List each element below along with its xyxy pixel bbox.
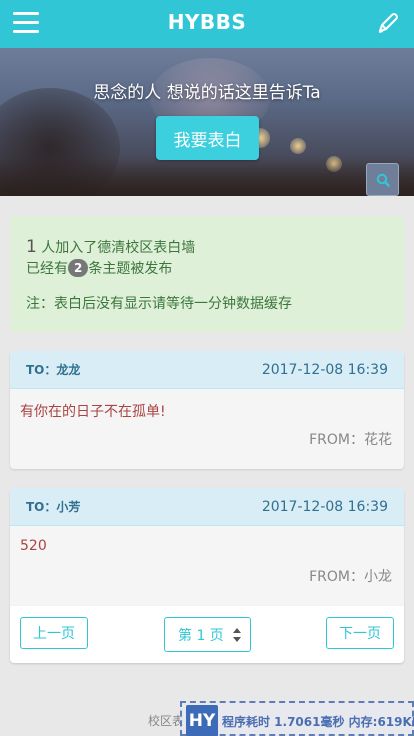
confess-button[interactable]: 我要表白: [156, 116, 259, 160]
post-header: TO：小芳 2017-12-08 16:39: [10, 488, 404, 526]
topics-line: 已经有 2 条主题被发布: [26, 258, 388, 280]
search-button[interactable]: [366, 163, 399, 196]
next-page-button[interactable]: 下一页: [326, 617, 394, 649]
hero-title: 思念的人 想说的话这里告诉Ta: [93, 83, 321, 103]
topics-suffix: 条主题被发布: [88, 261, 173, 277]
select-arrows-icon: [233, 628, 241, 642]
top-nav-bar: HYBBS: [0, 0, 414, 48]
topics-count-badge: 2: [68, 259, 89, 277]
pagination: 上一页 第 1 页 下一页: [10, 606, 404, 663]
app-title[interactable]: HYBBS: [0, 10, 414, 34]
post-header: TO：龙龙 2017-12-08 16:39: [10, 351, 404, 389]
debug-logo[interactable]: HY: [186, 705, 218, 736]
search-icon: [376, 173, 390, 187]
page-select-value: 第 1 页: [178, 627, 224, 644]
post-sender: FROM：小龙: [309, 569, 392, 585]
debug-stats: 程序耗时 1.7061毫秒 内存:619KB: [222, 715, 414, 729]
post-sender: FROM：花花: [309, 432, 392, 448]
post-recipient: TO：小芳: [26, 500, 81, 514]
edit-pen-icon[interactable]: [376, 11, 400, 35]
prev-page-button[interactable]: 上一页: [20, 617, 88, 649]
post-recipient: TO：龙龙: [26, 363, 81, 377]
cache-note: 注：表白后没有显示请等待一分钟数据缓存: [26, 296, 292, 312]
post-card[interactable]: TO：小芳 2017-12-08 16:39 520 FROM：小龙: [10, 488, 404, 606]
hero-banner: 思念的人 想说的话这里告诉Ta 我要表白: [0, 48, 414, 196]
post-date: 2017-12-08 16:39: [261, 361, 388, 378]
post-date: 2017-12-08 16:39: [261, 498, 388, 515]
post-message: 有你在的日子不在孤单!: [20, 404, 166, 420]
joined-line: 1 人加入了德清校区表白墙: [26, 236, 388, 258]
info-alert: 1 人加入了德清校区表白墙 已经有 2 条主题被发布 注：表白后没有显示请等待一分钟…: [10, 216, 404, 332]
post-message: 520: [20, 538, 47, 554]
topics-prefix: 已经有: [26, 261, 68, 277]
debug-toolbar[interactable]: HY 程序耗时 1.7061毫秒 内存:619KB: [180, 701, 414, 736]
joined-text: 人加入了德清校区表白墙: [36, 240, 196, 256]
footer-text: 校区表: [148, 714, 185, 728]
member-count: 1: [26, 237, 37, 257]
post-card[interactable]: TO：龙龙 2017-12-08 16:39 有你在的日子不在孤单! FROM：…: [10, 351, 404, 469]
page-select[interactable]: 第 1 页: [164, 617, 251, 652]
